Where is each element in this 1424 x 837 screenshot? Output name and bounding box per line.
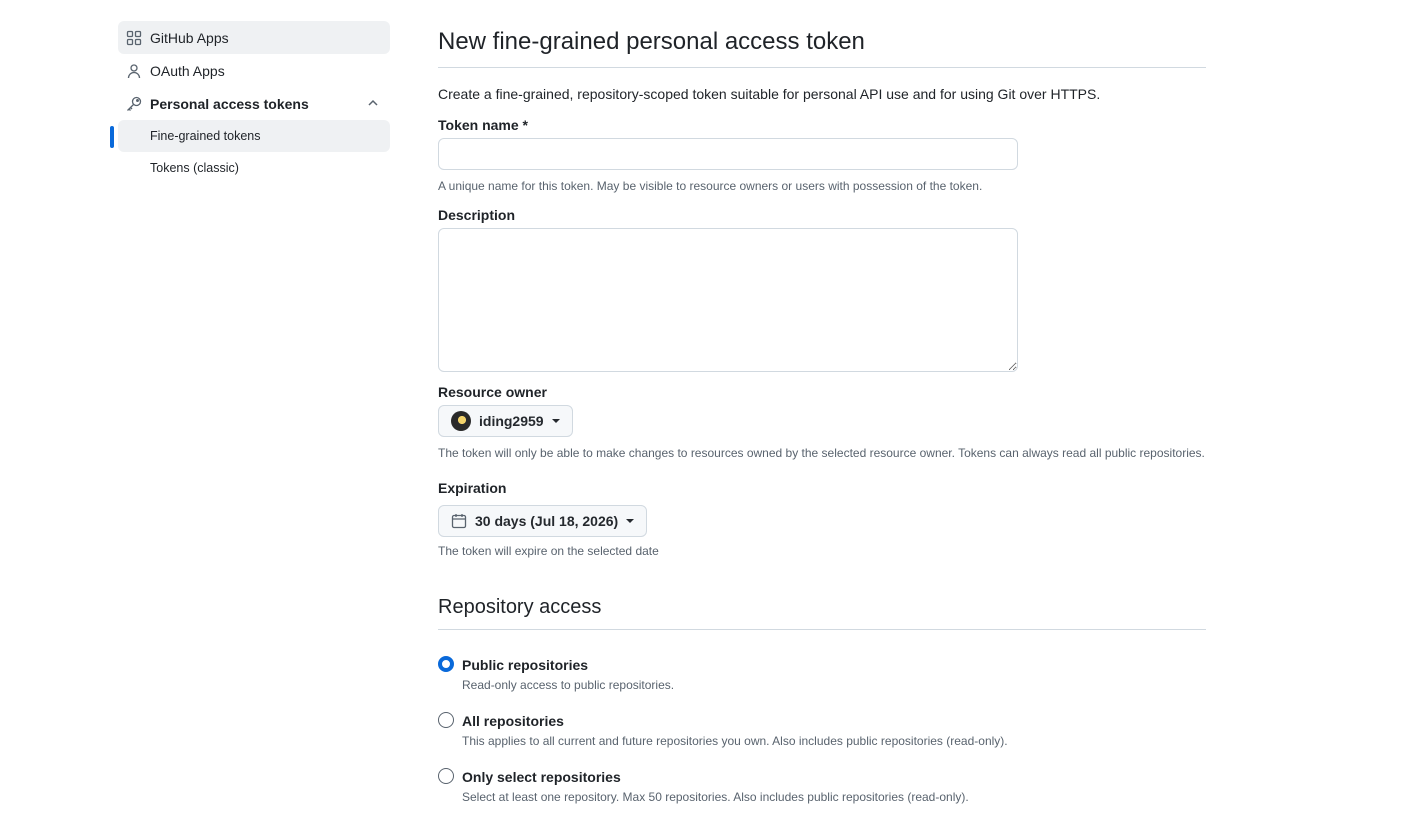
expiration-value: 30 days (Jul 18, 2026) [475,513,619,529]
resource-owner-value: iding2959 [479,413,544,429]
person-icon [126,63,142,79]
avatar [451,411,471,431]
sidebar-item-oauth-apps[interactable]: OAuth Apps [118,54,390,87]
expiration-note: The token will expire on the selected da… [438,544,659,558]
chevron-up-icon[interactable] [366,96,380,110]
description-textarea[interactable] [438,228,1018,372]
resource-owner-note: The token will only be able to make chan… [438,446,1205,460]
description-label: Description [438,207,516,223]
sidebar-item-label: GitHub Apps [150,29,229,46]
caret-down-icon [551,419,560,423]
resource-owner-label: Resource owner [438,384,547,400]
token-name-input[interactable] [438,138,1018,170]
radio-note: This applies to all current and future r… [462,734,1008,748]
radio-public-repositories[interactable]: Public repositories Read-only access to … [438,656,674,692]
sidebar-item-label: Personal access tokens [150,95,309,112]
sidebar-subitem-fine-grained-tokens[interactable]: Fine-grained tokens [110,120,390,152]
sidebar-subitem-label: Fine-grained tokens [150,129,261,143]
radio-note: Read-only access to public repositories. [462,678,675,692]
radio-label: All repositories [462,713,564,729]
settings-sidebar: GitHub Apps OAuth Apps Personal access t… [110,21,390,184]
sidebar-item-label: OAuth Apps [150,62,225,79]
calendar-icon [451,513,467,529]
radio-label: Public repositories [462,657,589,673]
page-intro: Create a fine-grained, repository-scoped… [438,86,1101,102]
apps-icon [126,30,142,46]
radio-only-select-repositories[interactable]: Only select repositories Select at least… [438,768,969,804]
token-name-label: Token name * [438,117,528,133]
radio-label: Only select repositories [462,769,621,785]
sidebar-item-personal-access-tokens[interactable]: Personal access tokens [118,87,390,120]
key-icon [126,96,142,112]
radio-button[interactable] [438,656,454,672]
radio-note: Select at least one repository. Max 50 r… [462,790,969,804]
sidebar-subitem-tokens-classic[interactable]: Tokens (classic) [118,152,390,184]
sidebar-item-github-apps[interactable]: GitHub Apps [118,21,390,54]
token-name-note: A unique name for this token. May be vis… [438,179,983,193]
expiration-dropdown[interactable]: 30 days (Jul 18, 2026) [438,505,648,537]
resource-owner-dropdown[interactable]: iding2959 [438,405,573,437]
radio-button[interactable] [438,768,454,784]
sidebar-subitem-label: Tokens (classic) [150,161,239,175]
expiration-label: Expiration [438,480,507,496]
radio-button[interactable] [438,712,454,728]
repository-access-title: Repository access [438,596,1206,630]
page-title: New fine-grained personal access token [438,28,1206,68]
radio-all-repositories[interactable]: All repositories This applies to all cur… [438,712,1008,748]
caret-down-icon [626,519,635,523]
